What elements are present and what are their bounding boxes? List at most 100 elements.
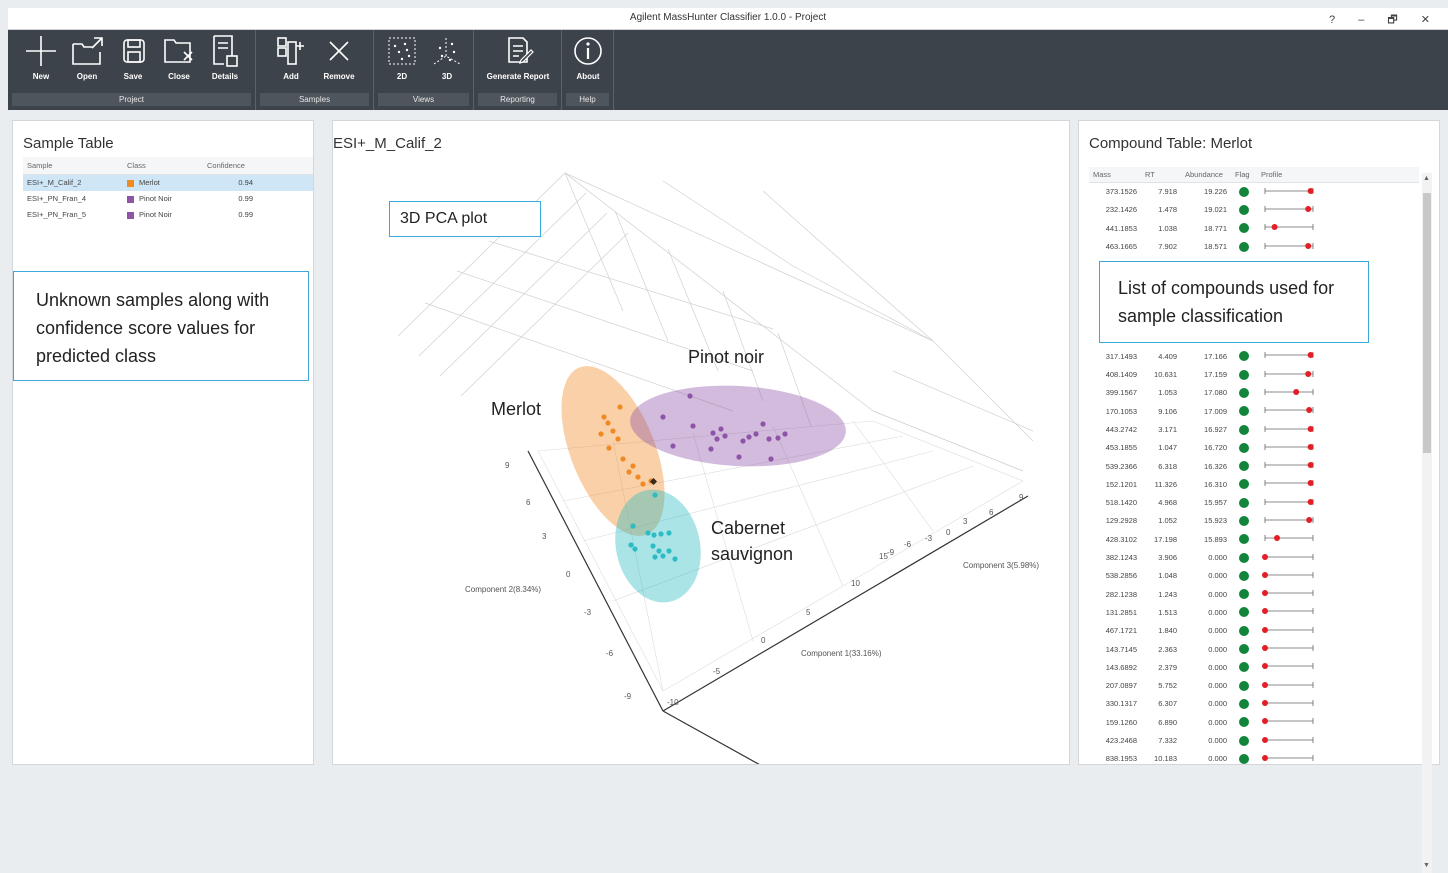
- compound-flag: [1231, 548, 1257, 566]
- flag-dot-icon: [1239, 424, 1249, 435]
- table-row[interactable]: 539.2366 6.318 16.326: [1089, 457, 1419, 475]
- compound-mass: 232.1426: [1105, 205, 1137, 215]
- table-row[interactable]: 282.1238 1.243 0.000: [1089, 585, 1419, 603]
- about-button[interactable]: About: [565, 34, 611, 92]
- table-row[interactable]: 518.1420 4.968 15.957: [1089, 494, 1419, 512]
- cabernet-point: [660, 553, 666, 559]
- sample-confidence: 0.94: [203, 174, 313, 191]
- profile-marker: [1262, 626, 1268, 633]
- compound-abundance: 0.000: [1208, 662, 1227, 672]
- table-row[interactable]: 330.1317 6.307 0.000: [1089, 695, 1419, 713]
- compound-rt: 2.379: [1158, 662, 1177, 672]
- details-button[interactable]: Details: [202, 34, 248, 92]
- col-profile[interactable]: Profile: [1257, 167, 1419, 183]
- compound-abundance: 15.957: [1204, 498, 1227, 508]
- table-row[interactable]: 467.1721 1.840 0.000: [1089, 622, 1419, 640]
- col-flag[interactable]: Flag: [1231, 167, 1257, 183]
- profile-range-icon: [1262, 608, 1314, 615]
- reporting-group-label: Reporting: [478, 93, 557, 106]
- view-3d-button[interactable]: 3D: [424, 34, 470, 92]
- col-abundance[interactable]: Abundance: [1181, 167, 1231, 183]
- svg-text:-6: -6: [606, 649, 614, 658]
- col-confidence[interactable]: Confidence: [203, 157, 313, 175]
- col-rt[interactable]: RT: [1141, 167, 1181, 183]
- table-row[interactable]: 131.2851 1.513 0.000: [1089, 603, 1419, 621]
- col-mass[interactable]: Mass: [1089, 167, 1141, 183]
- compound-flag: [1231, 530, 1257, 548]
- save-button[interactable]: Save: [110, 34, 156, 92]
- profile-range-icon: [1264, 388, 1314, 395]
- sample-table-panel: Sample Table Sample Class Confidence ESI…: [12, 120, 314, 765]
- col-sample[interactable]: Sample: [23, 157, 123, 175]
- compound-scrollbar[interactable]: ▲ ▼: [1422, 173, 1432, 873]
- close-icon[interactable]: ✕: [1421, 14, 1440, 26]
- table-row[interactable]: 399.1567 1.053 17.080: [1089, 384, 1419, 402]
- profile-range-icon: [1264, 370, 1314, 377]
- table-row[interactable]: 207.0897 5.752 0.000: [1089, 677, 1419, 695]
- col-class[interactable]: Class: [123, 157, 203, 175]
- remove-button[interactable]: Remove: [316, 34, 362, 92]
- new-button[interactable]: New: [18, 34, 64, 92]
- profile-range-icon: [1262, 699, 1314, 706]
- profile-range-icon: [1264, 443, 1314, 450]
- table-row[interactable]: 443.2742 3.171 16.927: [1089, 420, 1419, 438]
- flag-dot-icon: [1239, 442, 1249, 453]
- compound-profile: [1257, 384, 1419, 402]
- sample-class: Merlot: [123, 174, 203, 191]
- profile-range-icon: [1264, 425, 1314, 432]
- scroll-up-icon[interactable]: ▲: [1423, 175, 1430, 182]
- table-row[interactable]: 538.2856 1.048 0.000: [1089, 567, 1419, 585]
- table-row[interactable]: 838.1953 10.183 0.000: [1089, 750, 1419, 768]
- window-controls: ? – 🗗 ✕: [1329, 11, 1440, 30]
- flag-dot-icon: [1239, 406, 1249, 417]
- table-row[interactable]: 232.1426 1.478 19.021: [1089, 201, 1419, 219]
- compound-abundance: 16.927: [1204, 425, 1227, 434]
- generate-report-button[interactable]: Generate Report: [482, 34, 554, 92]
- open-button[interactable]: Open: [64, 34, 110, 92]
- pinot-noir-point: [660, 414, 666, 420]
- close-button[interactable]: Close: [156, 34, 202, 92]
- table-row[interactable]: 170.1053 9.106 17.009: [1089, 402, 1419, 420]
- compound-flag: [1231, 750, 1257, 768]
- table-row[interactable]: 152.1201 11.326 16.310: [1089, 475, 1419, 493]
- add-button[interactable]: Add: [268, 34, 314, 92]
- compound-rt: 1.052: [1158, 516, 1177, 526]
- table-row[interactable]: 143.7145 2.363 0.000: [1089, 640, 1419, 658]
- table-row[interactable]: 143.6892 2.379 0.000: [1089, 658, 1419, 676]
- scroll-down-icon[interactable]: ▼: [1423, 862, 1430, 869]
- table-row[interactable]: 159.1260 6.890 0.000: [1089, 713, 1419, 731]
- table-row[interactable]: ESI+_PN_Fran_5 Pinot Noir 0.99: [23, 207, 313, 223]
- table-row[interactable]: 317.1493 4.409 17.166: [1089, 347, 1419, 365]
- compound-profile: [1257, 219, 1419, 237]
- label-cabernet-1: Cabernet: [711, 518, 785, 538]
- table-row[interactable]: 373.1526 7.918 19.226: [1089, 183, 1419, 201]
- table-row[interactable]: 463.1665 7.902 18.571: [1089, 237, 1419, 255]
- minimize-icon[interactable]: –: [1358, 14, 1374, 26]
- svg-text:6: 6: [989, 508, 994, 517]
- table-row[interactable]: 423.2468 7.332 0.000: [1089, 731, 1419, 749]
- compound-abundance: 17.009: [1204, 406, 1227, 416]
- view-2d-button[interactable]: 2D: [379, 34, 425, 92]
- restore-icon[interactable]: 🗗: [1387, 14, 1407, 26]
- window-title: Agilent MassHunter Classifier 1.0.0 - Pr…: [629, 12, 827, 23]
- compound-mass: 539.2366: [1105, 461, 1137, 471]
- flag-dot-icon: [1239, 552, 1249, 563]
- table-row[interactable]: ESI+_PN_Fran_4 Pinot Noir 0.99: [23, 191, 313, 207]
- table-row[interactable]: 441.1853 1.038 18.771: [1089, 219, 1419, 237]
- table-row[interactable]: 382.1243 3.906 0.000: [1089, 548, 1419, 566]
- table-row[interactable]: ESI+_M_Calif_2 Merlot 0.94: [23, 174, 313, 191]
- scroll-thumb[interactable]: [1423, 193, 1431, 453]
- compound-rt: 7.332: [1158, 736, 1177, 746]
- sample-name: ESI+_PN_Fran_4: [27, 194, 86, 203]
- merlot-point: [640, 481, 646, 487]
- cabernet-point: [652, 554, 658, 560]
- compound-mass: 408.1409: [1105, 370, 1137, 380]
- table-row[interactable]: 129.2928 1.052 15.923: [1089, 512, 1419, 530]
- flag-dot-icon: [1239, 497, 1249, 508]
- table-row[interactable]: 453.1855 1.047 16.720: [1089, 439, 1419, 457]
- table-row[interactable]: 408.1409 10.631 17.159: [1089, 365, 1419, 383]
- svg-text:-5: -5: [713, 667, 721, 676]
- profile-range-icon: [1264, 205, 1314, 212]
- table-row[interactable]: 428.3102 17.198 15.893: [1089, 530, 1419, 548]
- help-icon[interactable]: ?: [1329, 14, 1345, 26]
